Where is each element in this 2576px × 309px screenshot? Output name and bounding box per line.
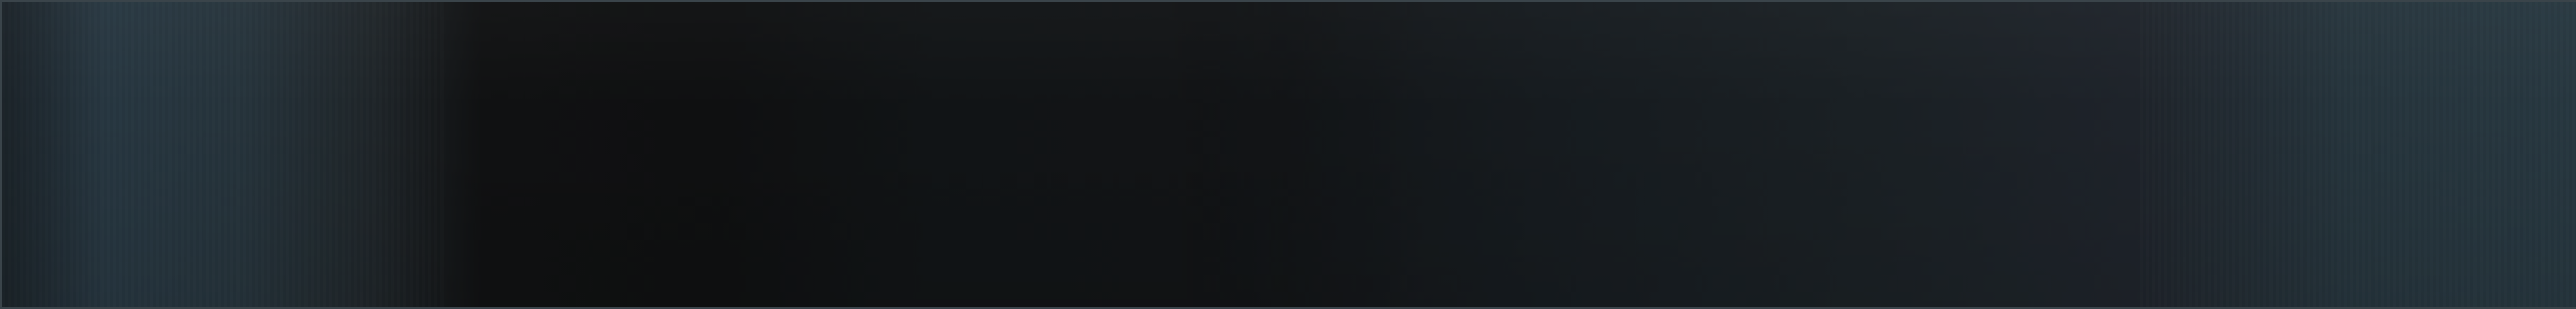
right-gradient-band [2140,2,2576,307]
center-shade [1135,2,1444,307]
left-gradient-band [2,2,445,307]
blank-panel [0,0,2576,309]
left-edge-shade [2,2,94,307]
